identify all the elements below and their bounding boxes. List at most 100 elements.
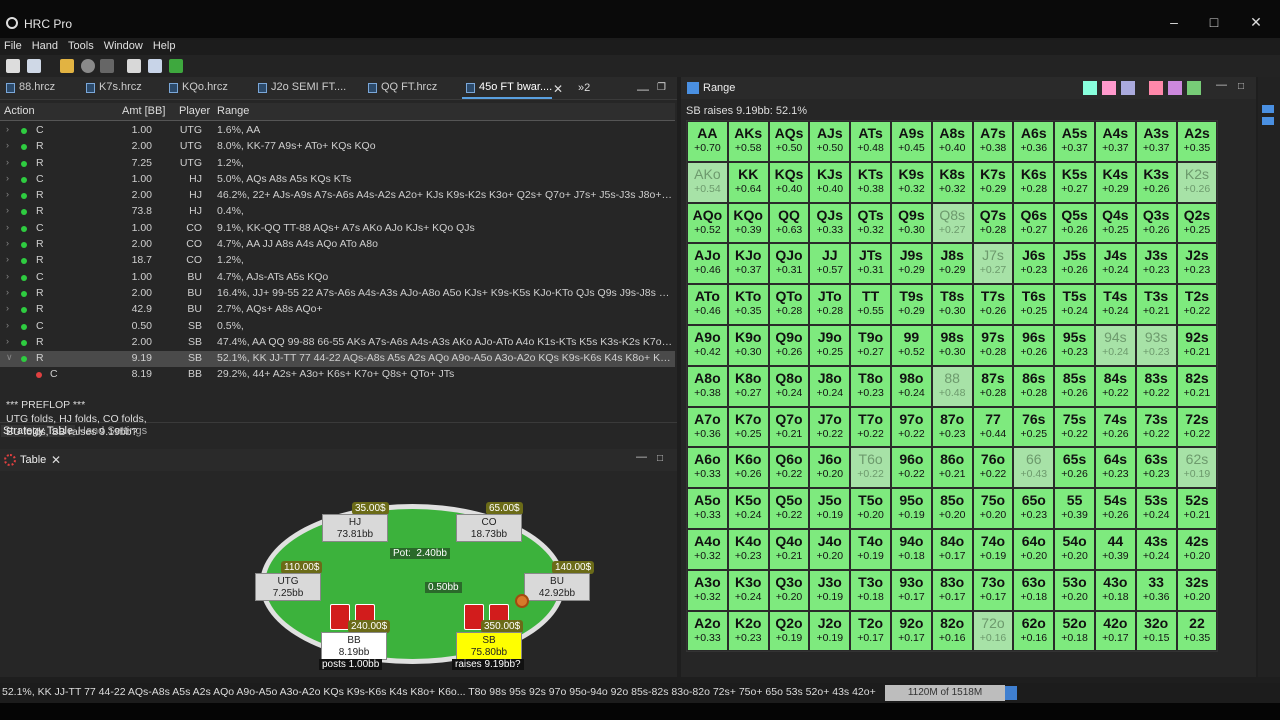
action-row[interactable]: › R 42.9 BU 2.7%, AQs+ A8s AQo+	[0, 302, 675, 318]
action-row[interactable]: › C 1.00 HJ 5.0%, AQs A8s A5s KQs KTs	[0, 172, 675, 188]
hand-cell[interactable]: 93s +0.23	[1135, 324, 1177, 366]
hand-cell[interactable]: QQ +0.63	[768, 202, 810, 244]
search-icon[interactable]	[81, 59, 95, 73]
hand-cell[interactable]: A5o +0.33	[687, 488, 728, 529]
new-file-icon[interactable]	[27, 59, 41, 73]
hand-cell[interactable]: 42o +0.17	[1094, 610, 1136, 652]
hand-cell[interactable]: 22 +0.35	[1176, 610, 1218, 652]
expand-chevron-icon[interactable]: ›	[6, 140, 9, 150]
hand-cell[interactable]: J6o +0.20	[809, 447, 851, 489]
hand-cell[interactable]: K9s +0.32	[890, 161, 932, 203]
hand-cell[interactable]: K8o +0.27	[727, 365, 769, 407]
expand-chevron-icon[interactable]: ›	[6, 287, 9, 297]
action-row[interactable]: › R 18.7 CO 1.2%,	[0, 253, 675, 269]
hand-cell[interactable]: KK +0.64	[727, 161, 769, 203]
hand-cell[interactable]: 62o +0.16	[1013, 610, 1055, 652]
hand-cell[interactable]: AQs +0.50	[768, 121, 810, 162]
hand-cell[interactable]: 93o +0.17	[890, 569, 932, 611]
hand-cell[interactable]: Q7s +0.28	[972, 202, 1014, 244]
hand-cell[interactable]: QJo +0.31	[768, 243, 810, 285]
col-range[interactable]: Range	[217, 105, 249, 117]
hand-cell[interactable]: 86s +0.28	[1013, 365, 1055, 407]
hand-cell[interactable]: 84s +0.22	[1094, 365, 1136, 407]
hand-cell[interactable]: A9o +0.42	[687, 324, 728, 366]
hand-cell[interactable]: 95s +0.23	[1054, 324, 1095, 366]
expand-chevron-icon[interactable]: ∨	[6, 352, 13, 363]
tab-88[interactable]: 88.hrcz	[2, 81, 55, 99]
hand-cell[interactable]: Q2o +0.19	[768, 610, 810, 652]
expand-chevron-icon[interactable]: ›	[6, 205, 9, 215]
hand-cell[interactable]: Q9o +0.26	[768, 324, 810, 366]
hand-cell[interactable]: AKs +0.58	[727, 121, 769, 162]
hand-cell[interactable]: K3o +0.24	[727, 569, 769, 611]
hand-cell[interactable]: 72o +0.16	[972, 610, 1014, 652]
hand-cell[interactable]: K8s +0.32	[931, 161, 973, 203]
hand-cell[interactable]: J8s +0.29	[931, 243, 973, 285]
hand-cell[interactable]: AJs +0.50	[809, 121, 851, 162]
hand-cell[interactable]: 87s +0.28	[972, 365, 1014, 407]
settings-icon[interactable]	[100, 59, 114, 73]
action-row[interactable]: › C 1.00 CO 9.1%, KK-QQ TT-88 AQs+ A7s AKo A…	[0, 221, 675, 237]
hand-cell[interactable]: K9o +0.30	[727, 324, 769, 366]
hand-cell[interactable]: K5s +0.27	[1054, 161, 1095, 203]
action-row[interactable]: › R 2.00 HJ 46.2%, 22+ AJs-A9s A7s-A6s A4s-A…	[0, 188, 675, 204]
hand-cell[interactable]: 32o +0.15	[1135, 610, 1177, 652]
menu-window[interactable]: Window	[99, 38, 148, 52]
hand-cell[interactable]: A5s +0.37	[1054, 121, 1095, 162]
hand-cell[interactable]: 64s +0.23	[1094, 447, 1136, 489]
tab-45o[interactable]: 45o FT bwar....	[462, 81, 553, 99]
hand-cell[interactable]: K2s +0.26	[1176, 161, 1218, 203]
hand-cell[interactable]: A4s +0.37	[1094, 121, 1136, 162]
hand-cell[interactable]: 92o +0.17	[890, 610, 932, 652]
grid-mode-icon[interactable]	[1102, 81, 1116, 95]
minimize-icon[interactable]: –	[1166, 14, 1182, 30]
hand-cell[interactable]: Q3s +0.26	[1135, 202, 1177, 244]
hand-cell[interactable]: 33 +0.36	[1135, 569, 1177, 611]
hand-cell[interactable]: JTo +0.28	[809, 284, 851, 325]
expand-chevron-icon[interactable]: ›	[6, 303, 9, 313]
col-amt[interactable]: Amt [BB]	[122, 105, 165, 117]
hand-cell[interactable]: 76o +0.22	[972, 447, 1014, 489]
export-icon[interactable]	[148, 59, 162, 73]
hand-cell[interactable]: 75s +0.22	[1054, 406, 1095, 448]
hand-cell[interactable]: AKo +0.54	[687, 161, 728, 203]
hand-cell[interactable]: 96o +0.22	[890, 447, 932, 489]
hand-cell[interactable]: ATo +0.46	[687, 284, 728, 325]
hand-cell[interactable]: 64o +0.20	[1013, 528, 1055, 570]
hand-cell[interactable]: T4o +0.19	[850, 528, 891, 570]
run-icon[interactable]	[169, 59, 183, 73]
hand-cell[interactable]: K2o +0.23	[727, 610, 769, 652]
palette-icon[interactable]	[1168, 81, 1182, 95]
hand-cell[interactable]: 92s +0.21	[1176, 324, 1218, 366]
maximize-icon[interactable]: □	[1206, 14, 1222, 30]
hand-cell[interactable]: 62s +0.19	[1176, 447, 1218, 489]
hand-cell[interactable]: T2o +0.17	[850, 610, 891, 652]
hand-cell[interactable]: KQs +0.40	[768, 161, 810, 203]
hand-cell[interactable]: 74s +0.26	[1094, 406, 1136, 448]
hand-cell[interactable]: T9o +0.27	[850, 324, 891, 366]
hand-cell[interactable]: 88 +0.48	[931, 365, 973, 407]
hand-cell[interactable]: 53s +0.24	[1135, 488, 1177, 529]
restore-pane-icon[interactable]: ❐	[657, 82, 666, 93]
layout-icon[interactable]	[1121, 81, 1135, 95]
hand-cell[interactable]: 97s +0.28	[972, 324, 1014, 366]
hand-cell[interactable]: Q4o +0.21	[768, 528, 810, 570]
hand-cell[interactable]: J2s +0.23	[1176, 243, 1218, 285]
expand-chevron-icon[interactable]: ›	[6, 173, 9, 183]
hand-cell[interactable]: Q5s +0.26	[1054, 202, 1095, 244]
hand-cell[interactable]: J9o +0.25	[809, 324, 851, 366]
hand-cell[interactable]: T6s +0.25	[1013, 284, 1055, 325]
hand-cell[interactable]: 54s +0.26	[1094, 488, 1136, 529]
hand-cell[interactable]: T9s +0.29	[890, 284, 932, 325]
hand-cell[interactable]: J3o +0.19	[809, 569, 851, 611]
hand-cell[interactable]: K6o +0.26	[727, 447, 769, 489]
close-icon[interactable]: ✕	[1248, 14, 1264, 30]
hand-cell[interactable]: 94o +0.18	[890, 528, 932, 570]
table-close-icon[interactable]: ✕	[51, 453, 61, 467]
hand-cell[interactable]: 63o +0.18	[1013, 569, 1055, 611]
hand-cell[interactable]: A6o +0.33	[687, 447, 728, 489]
hand-cell[interactable]: A3o +0.32	[687, 569, 728, 611]
hand-cell[interactable]: KTo +0.35	[727, 284, 769, 325]
expand-chevron-icon[interactable]: ›	[6, 320, 9, 330]
hand-cell[interactable]: J3s +0.23	[1135, 243, 1177, 285]
